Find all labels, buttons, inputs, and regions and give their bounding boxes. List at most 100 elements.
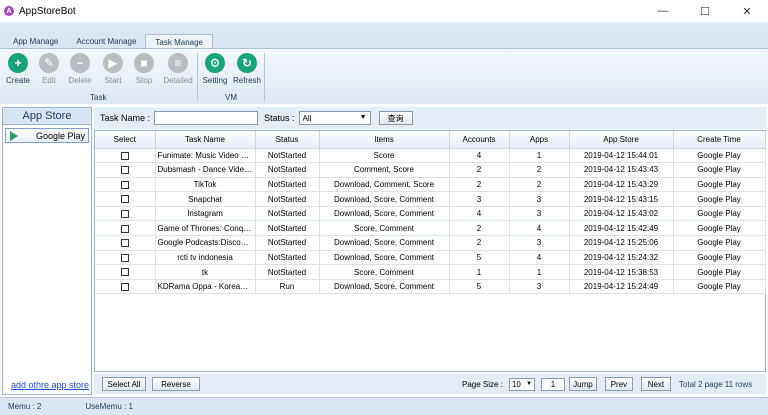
row-checkbox[interactable]: [120, 283, 129, 292]
task-name-cell: KDRama Oppa - Korean ...: [155, 279, 256, 295]
query-button[interactable]: 查询: [378, 111, 413, 125]
detailed-button[interactable]: ≡ Detailed: [163, 53, 193, 85]
column-header[interactable]: Status: [255, 131, 320, 149]
table-row[interactable]: Instagram NotStarted Download, Score, Comm…: [95, 206, 766, 222]
table-row[interactable]: KDRama Oppa - Korean ... Run Download, Sco…: [95, 279, 766, 295]
apps-cell: 3: [509, 235, 570, 251]
items-cell: Download, Score, Comment: [319, 279, 450, 295]
row-checkbox[interactable]: [120, 224, 129, 233]
row-checkbox[interactable]: [120, 195, 129, 204]
task-table: Select Task Name Status Items Accounts A…: [94, 130, 766, 372]
create-time-cell: Google Play: [673, 250, 766, 266]
status-select[interactable]: All ▼: [298, 111, 371, 125]
maximize-button[interactable]: ☐: [684, 0, 726, 22]
status-value: All: [302, 113, 312, 123]
app-store-cell: 2019-04-12 15:24:49: [569, 279, 674, 295]
next-button[interactable]: Next: [640, 377, 671, 391]
accounts-cell: 5: [449, 250, 510, 266]
tab-account-manage[interactable]: Account Manage: [67, 34, 145, 49]
row-checkbox[interactable]: [120, 253, 129, 262]
table-row[interactable]: Dubsmash - Dance Video... NotStarted Comme…: [95, 162, 766, 178]
create-time-cell: Google Play: [673, 177, 766, 193]
stop-button[interactable]: ■ Stop: [129, 53, 159, 85]
items-cell: Download, Score, Comment: [319, 250, 450, 266]
status-cell: NotStarted: [255, 220, 320, 237]
tab-app-manage[interactable]: App Manage: [4, 34, 67, 49]
column-header[interactable]: Items: [319, 131, 450, 149]
apps-cell: 2: [509, 162, 570, 178]
row-checkbox[interactable]: [120, 166, 129, 175]
refresh-button[interactable]: ↻ Refresh: [232, 53, 262, 85]
start-label: Start: [104, 76, 122, 85]
create-button[interactable]: + Create: [3, 53, 33, 85]
status-cell: Run: [255, 279, 320, 295]
items-cell: Score: [319, 148, 450, 164]
pager-summary: Total 2 page 11 rows: [678, 379, 753, 389]
column-header[interactable]: Apps: [509, 131, 570, 149]
table-row[interactable]: tk NotStarted Score, Comment 1 1 2019-04-12 1…: [95, 264, 766, 280]
apps-cell: 3: [509, 191, 570, 207]
edit-label: Edit: [42, 76, 56, 85]
row-checkbox[interactable]: [120, 239, 129, 248]
status-cell: NotStarted: [255, 206, 320, 222]
store-item-google-play[interactable]: Google Play: [5, 128, 89, 143]
delete-label: Delete: [68, 76, 92, 85]
accounts-cell: 3: [449, 191, 510, 207]
accounts-cell: 4: [449, 206, 510, 222]
column-header[interactable]: Task Name: [155, 131, 256, 149]
accounts-cell: 2: [449, 220, 510, 237]
accounts-cell: 5: [449, 279, 510, 295]
column-header[interactable]: Accounts: [449, 131, 510, 149]
reverse-button[interactable]: Reverse: [152, 377, 200, 391]
add-app-store-link[interactable]: add othre app store: [11, 380, 89, 390]
apps-cell: 2: [509, 177, 570, 193]
table-row[interactable]: Google Podcasts:Discover... NotStarted Dow…: [95, 235, 766, 251]
prev-button[interactable]: Prev: [604, 377, 633, 391]
table-row[interactable]: Funimate: Music Video Cli... NotStarted Sc…: [95, 148, 766, 164]
row-checkbox[interactable]: [120, 180, 129, 189]
table-row[interactable]: rcti tv indonesia NotStarted Download, Sco…: [95, 250, 766, 266]
setting-button[interactable]: ⚙ Setting: [200, 53, 230, 85]
task-name-cell: TikTok: [155, 177, 256, 193]
app-store-cell: 2019-04-12 15:43:29: [569, 177, 674, 193]
create-time-cell: Google Play: [673, 264, 766, 280]
accounts-cell: 2: [449, 162, 510, 178]
column-header[interactable]: Create Time: [673, 131, 766, 149]
use-memu-count: UseMemu : 1: [85, 402, 133, 411]
column-header[interactable]: App Store: [569, 131, 674, 149]
task-name-cell: Dubsmash - Dance Video...: [155, 162, 256, 178]
select-all-button[interactable]: Select All: [102, 377, 146, 391]
close-button[interactable]: ✕: [726, 0, 768, 22]
ribbon-panel: + Create ✎ Edit − Delete ▶ Start ■ Stop …: [0, 48, 768, 104]
table-row[interactable]: Game of Thrones: Conqu... NotStarted Score…: [95, 220, 766, 237]
task-name-input[interactable]: [154, 111, 259, 125]
select-cell: [95, 279, 156, 295]
tab-task-manage[interactable]: Task Manage: [145, 34, 214, 49]
start-button[interactable]: ▶ Start: [98, 53, 128, 85]
row-checkbox[interactable]: [120, 151, 129, 160]
jump-button[interactable]: Jump: [568, 377, 597, 391]
detailed-label: Detailed: [163, 76, 193, 85]
memu-count: Memu : 2: [8, 402, 42, 411]
items-cell: Download, Score, Comment: [319, 191, 450, 207]
table-row[interactable]: TikTok NotStarted Download, Comment, Score…: [95, 177, 766, 193]
app-store-cell: 2019-04-12 15:25:06: [569, 235, 674, 251]
ribbon: App Manage Account Manage Task Manage + …: [0, 22, 768, 104]
column-header[interactable]: Select: [95, 131, 156, 149]
row-checkbox[interactable]: [120, 210, 129, 219]
minimize-button[interactable]: —: [642, 0, 684, 22]
table-row[interactable]: Snapchat NotStarted Download, Score, Comme…: [95, 191, 766, 207]
app-store-cell: 2019-04-12 15:38:53: [569, 264, 674, 280]
task-name-label: Task Name :: [100, 113, 151, 123]
edit-button[interactable]: ✎ Edit: [34, 53, 64, 85]
accounts-cell: 1: [449, 264, 510, 280]
window-title: AppStoreBot: [19, 5, 76, 17]
page-number-input[interactable]: 1: [540, 377, 565, 391]
page-size-select[interactable]: 10 ▼: [508, 377, 535, 391]
create-label: Create: [5, 76, 30, 85]
row-checkbox[interactable]: [120, 268, 129, 277]
task-name-cell: Funimate: Music Video Cli...: [155, 148, 256, 164]
task-name-cell: Snapchat: [155, 191, 256, 207]
stop-label: Stop: [135, 76, 153, 85]
delete-button[interactable]: − Delete: [65, 53, 95, 85]
